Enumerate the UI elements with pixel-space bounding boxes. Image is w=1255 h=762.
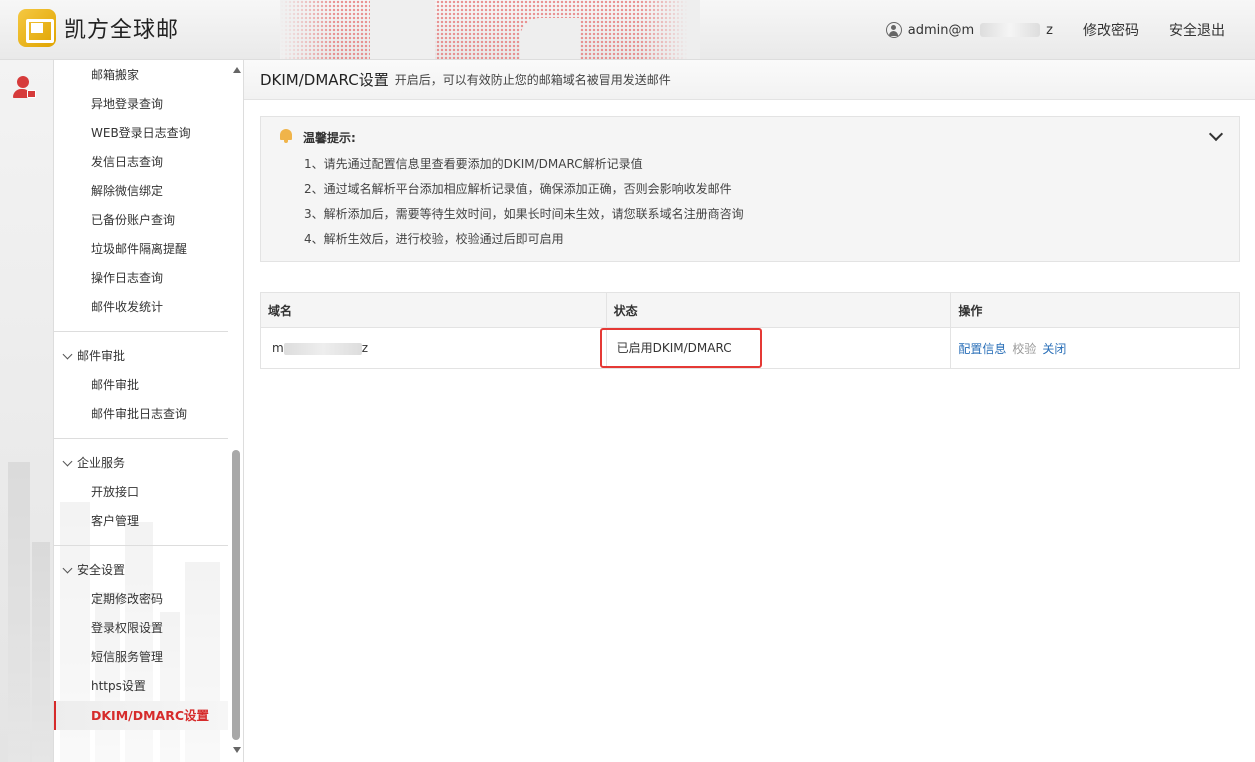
chevron-down-icon[interactable] bbox=[1208, 126, 1224, 142]
sidebar-item-sms-service[interactable]: 短信服务管理 bbox=[54, 643, 228, 672]
scroll-down-arrow-icon[interactable] bbox=[233, 747, 241, 753]
user-email-prefix: admin@m bbox=[907, 22, 975, 38]
sidebar-item-mail-approval[interactable]: 邮件审批 bbox=[54, 371, 228, 400]
sidebar-divider bbox=[54, 438, 228, 439]
column-header-status: 状态 bbox=[605, 292, 952, 328]
sidebar-scrollbar[interactable] bbox=[231, 60, 244, 762]
logout-link[interactable]: 安全退出 bbox=[1169, 20, 1225, 40]
sidebar: 邮箱搬家 异地登录查询 WEB登录日志查询 发信日志查询 解除微信绑定 已备份账… bbox=[54, 60, 244, 762]
group-label: 企业服务 bbox=[77, 456, 126, 470]
sidebar-item-mail-stats[interactable]: 邮件收发统计 bbox=[54, 293, 228, 322]
chevron-down-icon bbox=[62, 563, 73, 573]
change-password-link[interactable]: 修改密码 bbox=[1083, 20, 1139, 40]
table-row: mz 已启用DKIM/DMARC 配置信息 校验 关闭 bbox=[260, 327, 1240, 369]
redacted-text bbox=[980, 23, 1041, 37]
sidebar-item-password-policy[interactable]: 定期修改密码 bbox=[54, 585, 228, 614]
column-header-domain: 域名 bbox=[260, 292, 607, 328]
sidebar-item-approval-log[interactable]: 邮件审批日志查询 bbox=[54, 400, 228, 429]
verify-link[interactable]: 校验 bbox=[1012, 342, 1036, 356]
sidebar-item-customers[interactable]: 客户管理 bbox=[54, 507, 228, 536]
sidebar-item-mailbox-migration[interactable]: 邮箱搬家 bbox=[54, 61, 228, 90]
sidebar-item-unbind-wechat[interactable]: 解除微信绑定 bbox=[54, 177, 228, 206]
tip-line: 2、通过域名解析平台添加相应解析记录值，确保添加正确，否则会影响收发邮件 bbox=[304, 182, 732, 196]
scroll-thumb[interactable] bbox=[232, 450, 240, 740]
sidebar-item-https[interactable]: https设置 bbox=[54, 672, 228, 701]
page-title: DKIM/DMARC设置 bbox=[260, 71, 389, 89]
page-titlebar: DKIM/DMARC设置 开启后，可以有效防止您的邮箱域名被冒用发送邮件 bbox=[244, 60, 1255, 100]
header-right: admin@m z 修改密码 安全退出 bbox=[885, 0, 1255, 59]
main-content: DKIM/DMARC设置 开启后，可以有效防止您的邮箱域名被冒用发送邮件 温馨提… bbox=[244, 60, 1255, 762]
actions-cell: 配置信息 校验 关闭 bbox=[950, 327, 1240, 369]
scroll-up-arrow-icon[interactable] bbox=[233, 67, 241, 73]
chevron-down-icon bbox=[62, 456, 73, 466]
sidebar-group-security[interactable]: 安全设置 bbox=[54, 555, 228, 585]
logo[interactable]: 凯方全球邮 bbox=[18, 9, 179, 47]
user-icon bbox=[885, 22, 902, 38]
sidebar-item-operation-log[interactable]: 操作日志查询 bbox=[54, 264, 228, 293]
domain-table: 域名 状态 操作 mz 已启用DKIM/DMARC 配置信息 校验 关闭 bbox=[260, 292, 1240, 369]
status-cell: 已启用DKIM/DMARC bbox=[599, 327, 952, 369]
tip-line: 1、请先通过配置信息里查看要添加的DKIM/DMARC解析记录值 bbox=[304, 157, 643, 171]
top-header: 凯方全球邮 admin@m z 修改密码 安全退出 bbox=[0, 0, 1255, 60]
sidebar-item-send-log[interactable]: 发信日志查询 bbox=[54, 148, 228, 177]
logo-text: 凯方全球邮 bbox=[64, 18, 180, 43]
user-account[interactable]: admin@m z bbox=[885, 22, 1053, 38]
tip-line: 3、解析添加后，需要等待生效时间，如果长时间未生效，请您联系域名注册商咨询 bbox=[304, 207, 744, 221]
config-info-link[interactable]: 配置信息 bbox=[958, 342, 1006, 356]
table-header-row: 域名 状态 操作 bbox=[260, 292, 1240, 328]
status-highlight: 已启用DKIM/DMARC bbox=[599, 328, 762, 368]
group-label: 邮件审批 bbox=[77, 349, 126, 363]
sidebar-item-remote-login[interactable]: 异地登录查询 bbox=[54, 90, 228, 119]
column-header-actions: 操作 bbox=[950, 292, 1240, 328]
domain-suffix: z bbox=[361, 341, 369, 355]
sidebar-divider bbox=[54, 331, 228, 332]
module-iconbar bbox=[0, 60, 54, 762]
redacted-text bbox=[283, 342, 362, 355]
sidebar-item-backup-accounts[interactable]: 已备份账户查询 bbox=[54, 206, 228, 235]
sidebar-item-login-permissions[interactable]: 登录权限设置 bbox=[54, 614, 228, 643]
status-text: 已启用DKIM/DMARC bbox=[616, 341, 732, 355]
sidebar-item-dkim-dmarc[interactable]: DKIM/DMARC设置 bbox=[54, 701, 228, 730]
sidebar-item-web-login-log[interactable]: WEB登录日志查询 bbox=[54, 119, 228, 148]
tips-title: 温馨提示: bbox=[303, 131, 356, 145]
sidebar-group-enterprise[interactable]: 企业服务 bbox=[54, 448, 228, 478]
group-label: 安全设置 bbox=[77, 563, 126, 577]
sidebar-divider bbox=[54, 545, 228, 546]
disable-link[interactable]: 关闭 bbox=[1042, 342, 1066, 356]
domain-cell: mz bbox=[260, 327, 607, 369]
chevron-down-icon bbox=[62, 349, 73, 359]
user-email-suffix: z bbox=[1046, 22, 1053, 38]
sidebar-item-spam-quarantine[interactable]: 垃圾邮件隔离提醒 bbox=[54, 235, 228, 264]
tip-line: 4、解析生效后，进行校验，校验通过后即可启用 bbox=[304, 232, 564, 246]
sidebar-item-open-api[interactable]: 开放接口 bbox=[54, 478, 228, 507]
logo-icon bbox=[18, 9, 56, 47]
bell-icon bbox=[279, 129, 293, 143]
page-subtitle: 开启后，可以有效防止您的邮箱域名被冒用发送邮件 bbox=[394, 73, 671, 87]
admin-security-icon[interactable] bbox=[11, 76, 37, 102]
domain-prefix: m bbox=[272, 341, 284, 355]
sidebar-group-mail-approval[interactable]: 邮件审批 bbox=[54, 341, 228, 371]
tips-panel: 温馨提示: 1、请先通过配置信息里查看要添加的DKIM/DMARC解析记录值 2… bbox=[260, 116, 1240, 262]
